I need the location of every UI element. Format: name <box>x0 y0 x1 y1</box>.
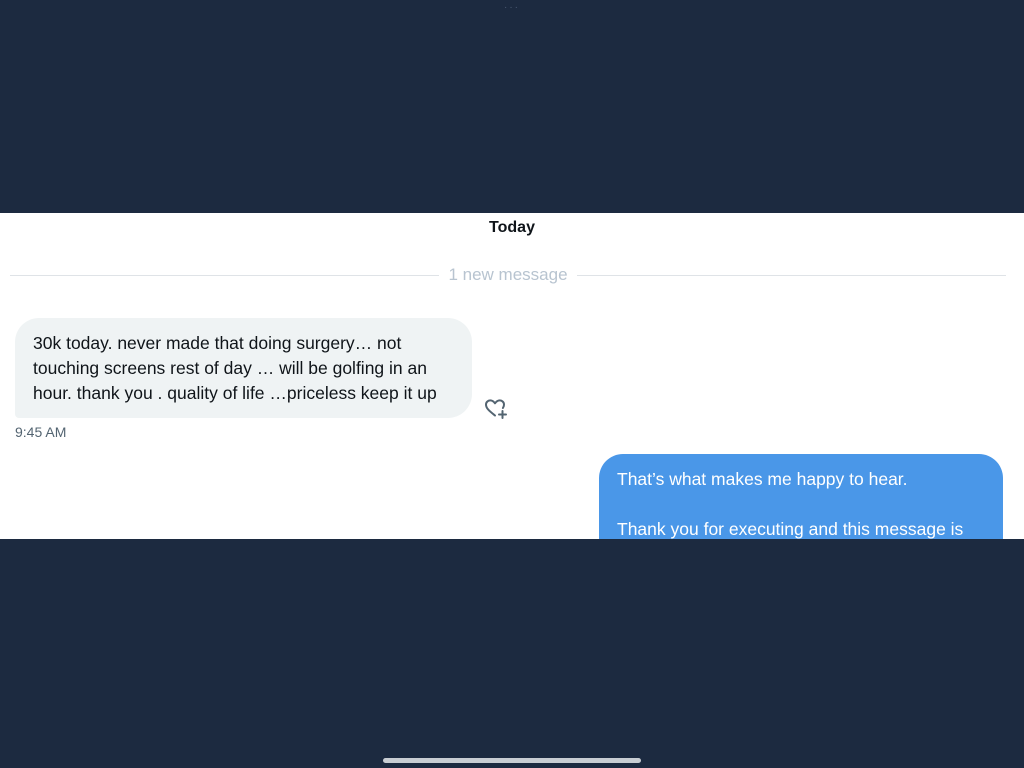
heart-plus-icon <box>485 399 507 419</box>
incoming-message-bubble[interactable]: 30k today. never made that doing surgery… <box>15 318 472 418</box>
outgoing-message-line-1: That’s what makes me happy to hear. <box>617 469 908 489</box>
new-message-label: 1 new message <box>448 265 568 284</box>
chat-panel: Today 1 new message 30k today. never mad… <box>0 213 1024 539</box>
divider-line-left <box>10 274 440 276</box>
date-header: Today <box>489 219 535 236</box>
new-message-divider: 1 new message <box>10 264 1007 286</box>
divider-line-right <box>576 274 1007 276</box>
home-indicator[interactable] <box>383 758 641 763</box>
outgoing-message-bubble[interactable]: That’s what makes me happy to hear. Than… <box>599 454 1003 539</box>
add-reaction-button[interactable] <box>482 395 508 421</box>
outgoing-message-line-2: Thank you for executing and this message… <box>617 519 964 539</box>
screen: ··· Today 1 new message 30k today. never… <box>0 0 1024 768</box>
top-indicator: ··· <box>504 2 520 13</box>
incoming-message-text: 30k today. never made that doing surgery… <box>33 333 437 403</box>
message-timestamp: 9:45 AM <box>15 424 67 440</box>
